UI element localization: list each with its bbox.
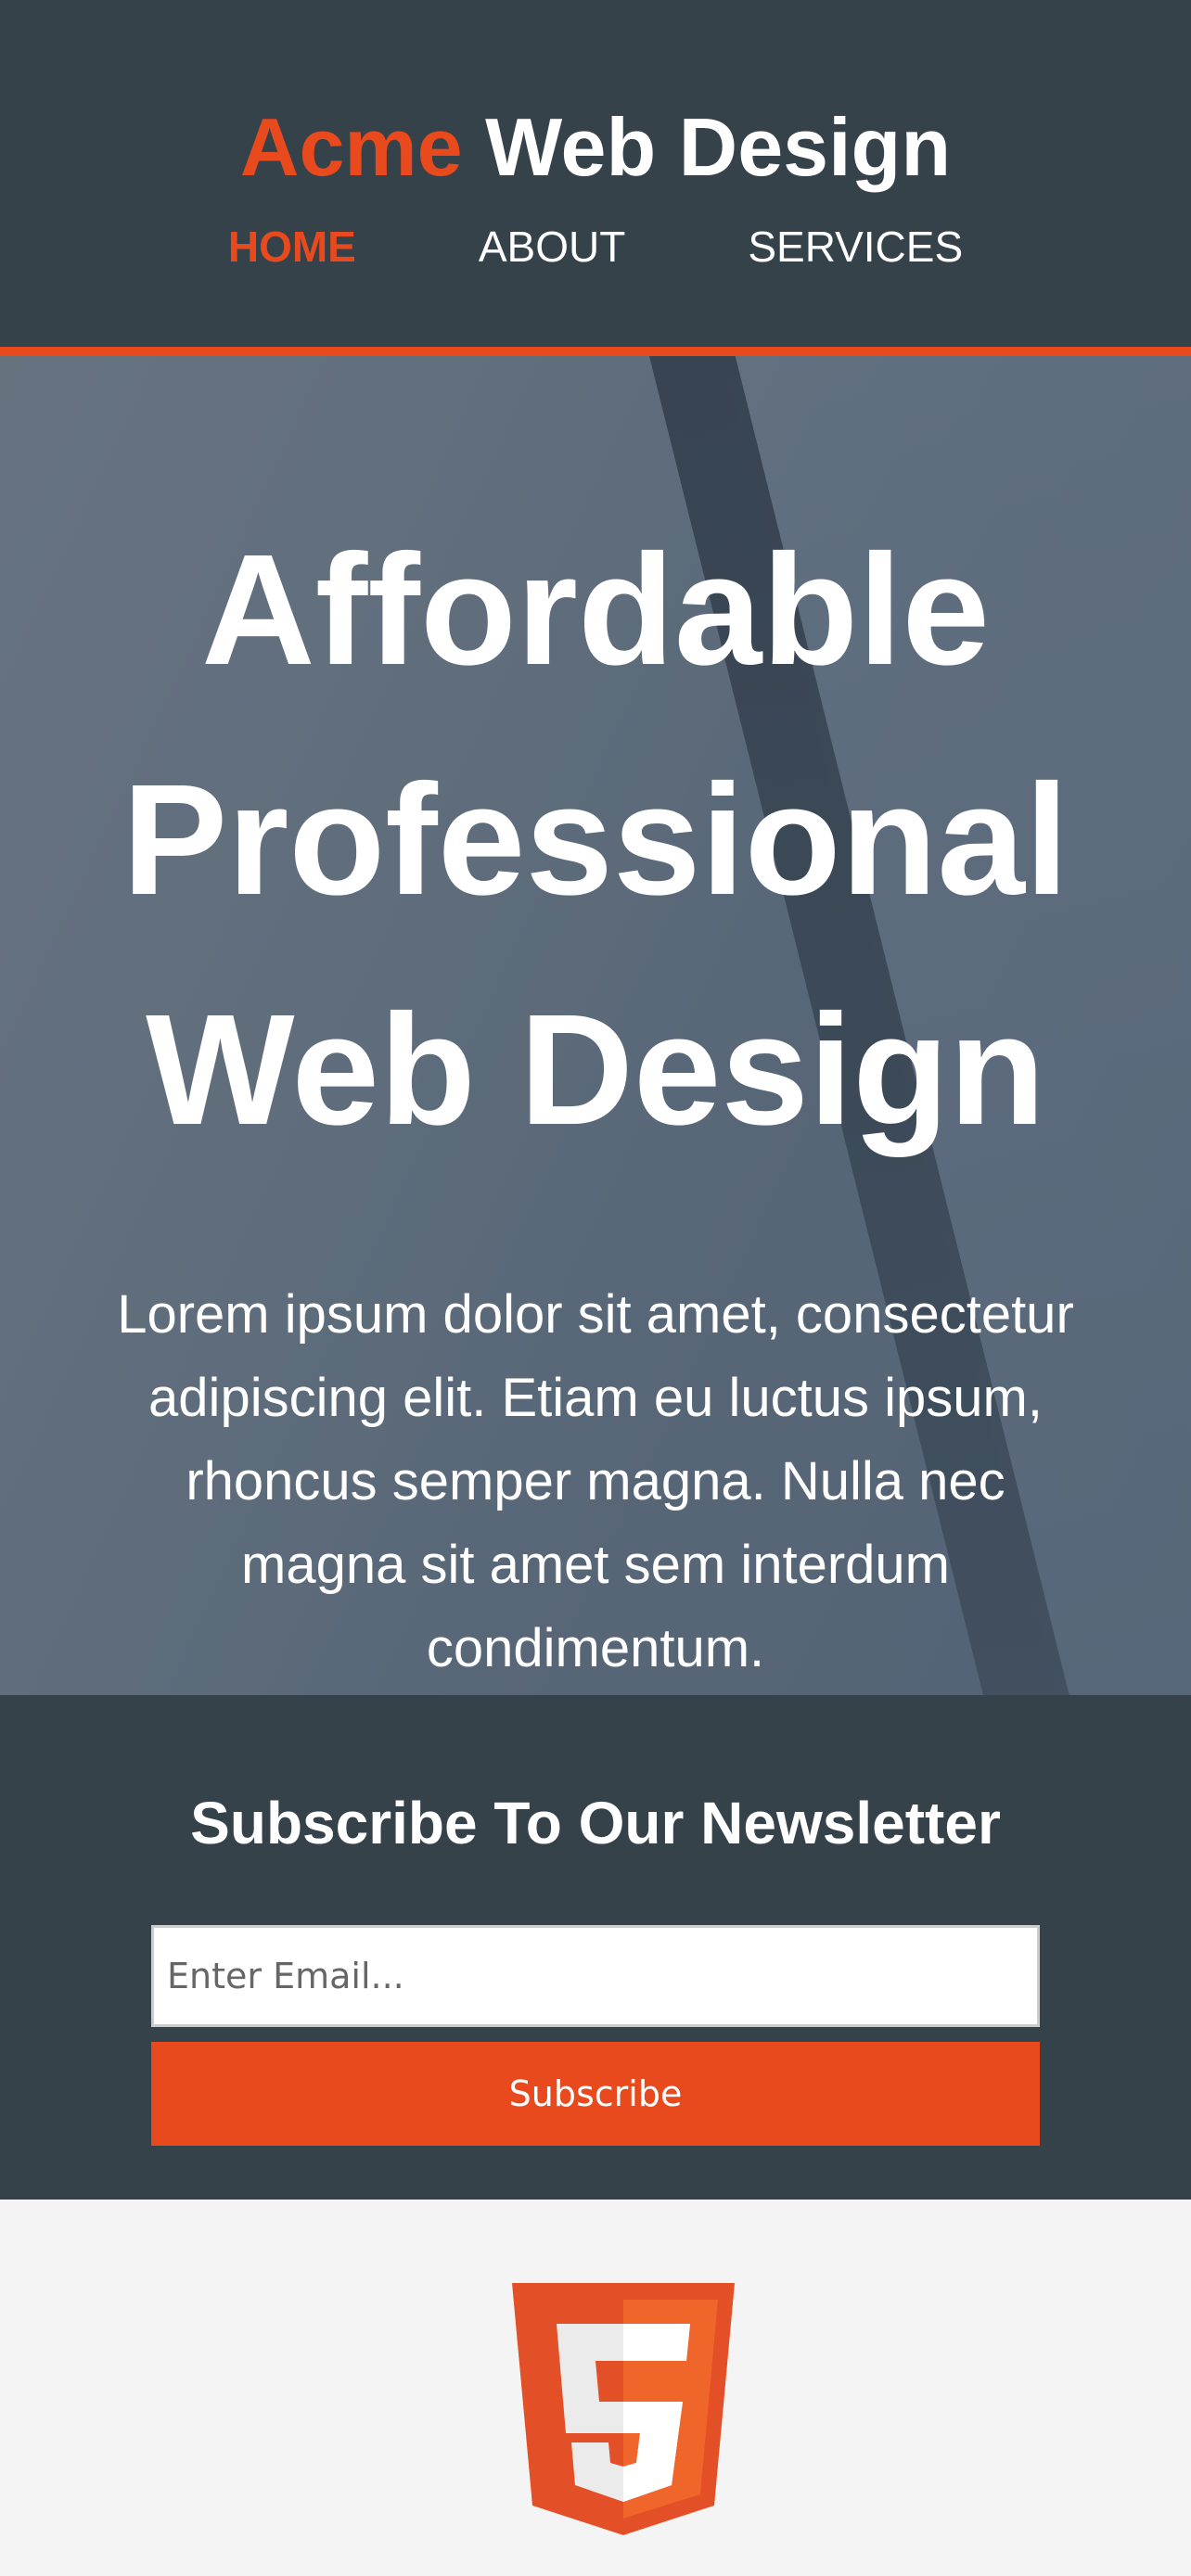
subscribe-button[interactable]: Subscribe [151,2042,1040,2146]
html5-icon [512,2283,735,2535]
newsletter-section: Subscribe To Our Newsletter Subscribe [0,1695,1191,2200]
brand-rest: Web Design [485,101,952,193]
nav-item-home[interactable]: HOME [228,223,356,271]
hero-heading: Affordable Professional Web Design [122,522,1069,1158]
site-header: Acme Web Design HOME ABOUT SERVICES [0,0,1191,356]
email-input[interactable] [151,1925,1040,2027]
main-nav: HOME ABOUT SERVICES [0,219,1191,274]
newsletter-title: Subscribe To Our Newsletter [190,1790,1001,1856]
brand-highlight: Acme [239,101,463,193]
nav-item-about[interactable]: ABOUT [479,223,625,271]
newsletter-form: Subscribe [0,1925,1191,2146]
site-logo[interactable]: Acme Web Design [0,0,1191,198]
showcase-hero: Affordable Professional Web Design Lorem… [0,356,1191,1695]
hero-text: Lorem ipsum dolor sit amet, consectetur … [117,1284,1074,1678]
footer-area [0,2200,1191,2576]
nav-item-services[interactable]: SERVICES [748,223,963,271]
